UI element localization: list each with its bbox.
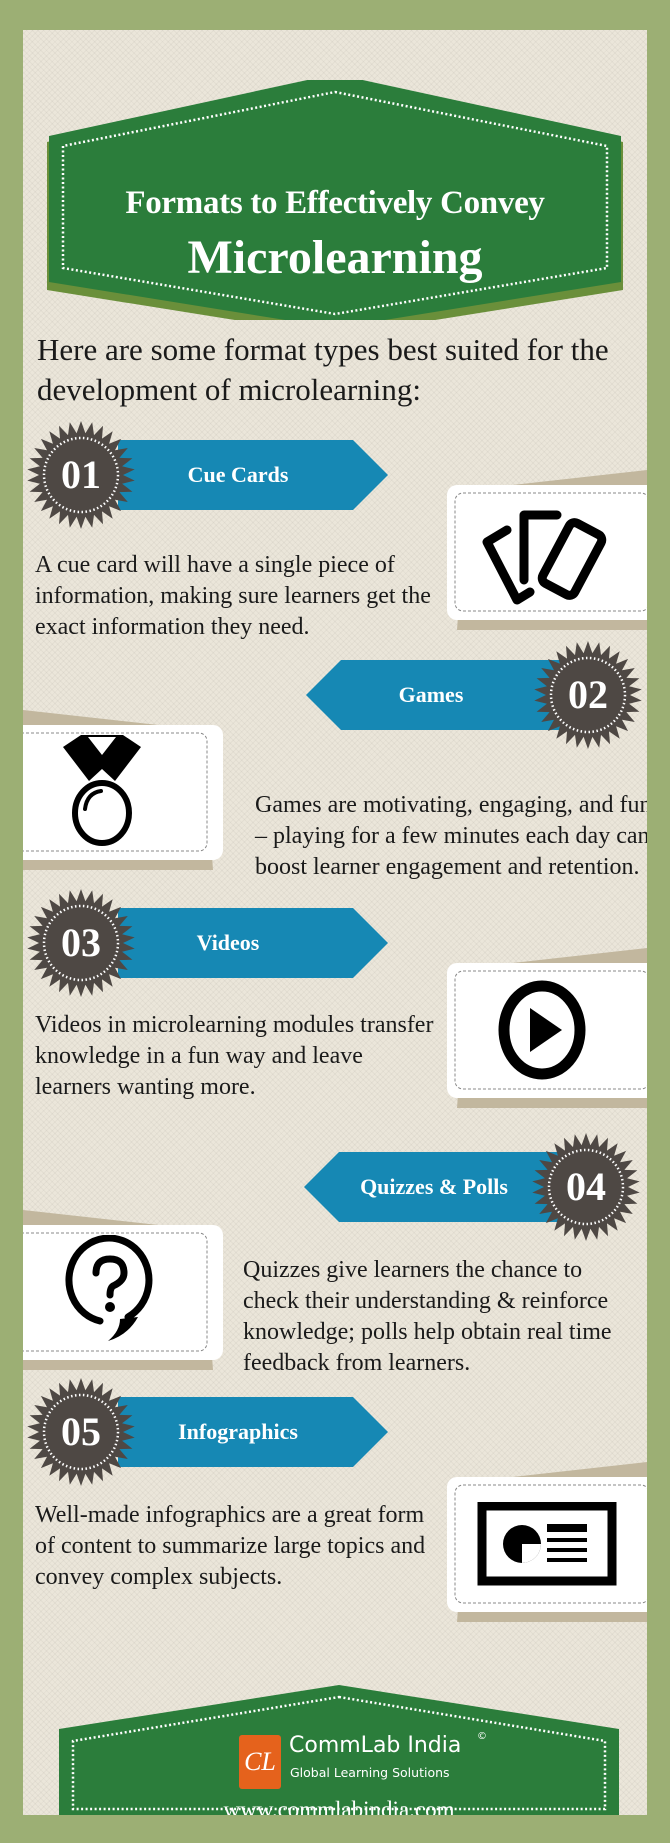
icon-card-02 bbox=[23, 710, 233, 870]
footer-banner: CL CommLab India © Global Learning Solut… bbox=[59, 1685, 619, 1815]
infographic-icon bbox=[477, 1502, 617, 1586]
number-badge-01: 01 bbox=[26, 420, 136, 530]
format-title: Quizzes & Polls bbox=[360, 1174, 508, 1199]
company-name: CommLab India bbox=[289, 1733, 462, 1758]
ribbon-03: Videos bbox=[118, 908, 388, 978]
icon-card-01 bbox=[437, 470, 647, 630]
title-banner: Formats to Effectively Convey Microlearn… bbox=[45, 80, 645, 320]
format-title: Cue Cards bbox=[187, 462, 289, 487]
ribbon-02: Games bbox=[306, 660, 571, 730]
ribbon-05: Infographics bbox=[118, 1397, 388, 1467]
number-badge-03: 03 bbox=[26, 888, 136, 998]
title-line-1: Formats to Effectively Convey bbox=[125, 185, 545, 221]
registered-mark: © bbox=[477, 1731, 487, 1742]
icon-card-04 bbox=[23, 1210, 233, 1370]
format-number: 01 bbox=[61, 452, 101, 497]
icon-card-03 bbox=[437, 948, 647, 1108]
format-number: 02 bbox=[568, 672, 608, 717]
format-title: Infographics bbox=[178, 1419, 298, 1444]
company-tagline: Global Learning Solutions bbox=[290, 1765, 450, 1780]
icon-card-05 bbox=[437, 1462, 647, 1622]
format-description: Quizzes give learners the chance to chec… bbox=[243, 1257, 612, 1376]
number-badge-02: 02 bbox=[533, 640, 643, 750]
intro-text: Here are some format types best suited f… bbox=[37, 332, 609, 407]
medal-icon bbox=[63, 735, 141, 846]
format-number: 05 bbox=[61, 1409, 101, 1454]
number-badge-05: 05 bbox=[26, 1377, 136, 1487]
commlab-logo-icon: CL bbox=[239, 1735, 281, 1789]
question-bubble-icon bbox=[65, 1235, 153, 1341]
format-description: Games are motivating, engaging, and fun … bbox=[255, 792, 647, 880]
format-title: Games bbox=[398, 682, 464, 707]
number-badge-04: 04 bbox=[531, 1132, 641, 1242]
play-icon bbox=[498, 980, 586, 1080]
format-title: Videos bbox=[196, 930, 260, 955]
format-number: 04 bbox=[566, 1164, 606, 1209]
format-description: Well-made infographics are a great form … bbox=[35, 1502, 426, 1590]
infographic-canvas: Formats to Effectively Convey Microlearn… bbox=[23, 30, 647, 1815]
ribbon-01: Cue Cards bbox=[118, 440, 388, 510]
format-description: Videos in microlearning modules transfer… bbox=[35, 1012, 434, 1100]
website-link[interactable]: www.commlabindia.com bbox=[59, 1797, 619, 1815]
title-line-2: Microlearning bbox=[187, 231, 483, 284]
format-number: 03 bbox=[61, 920, 101, 965]
cue-cards-icon bbox=[482, 510, 607, 605]
format-description: A cue card will have a single piece of i… bbox=[35, 552, 431, 640]
